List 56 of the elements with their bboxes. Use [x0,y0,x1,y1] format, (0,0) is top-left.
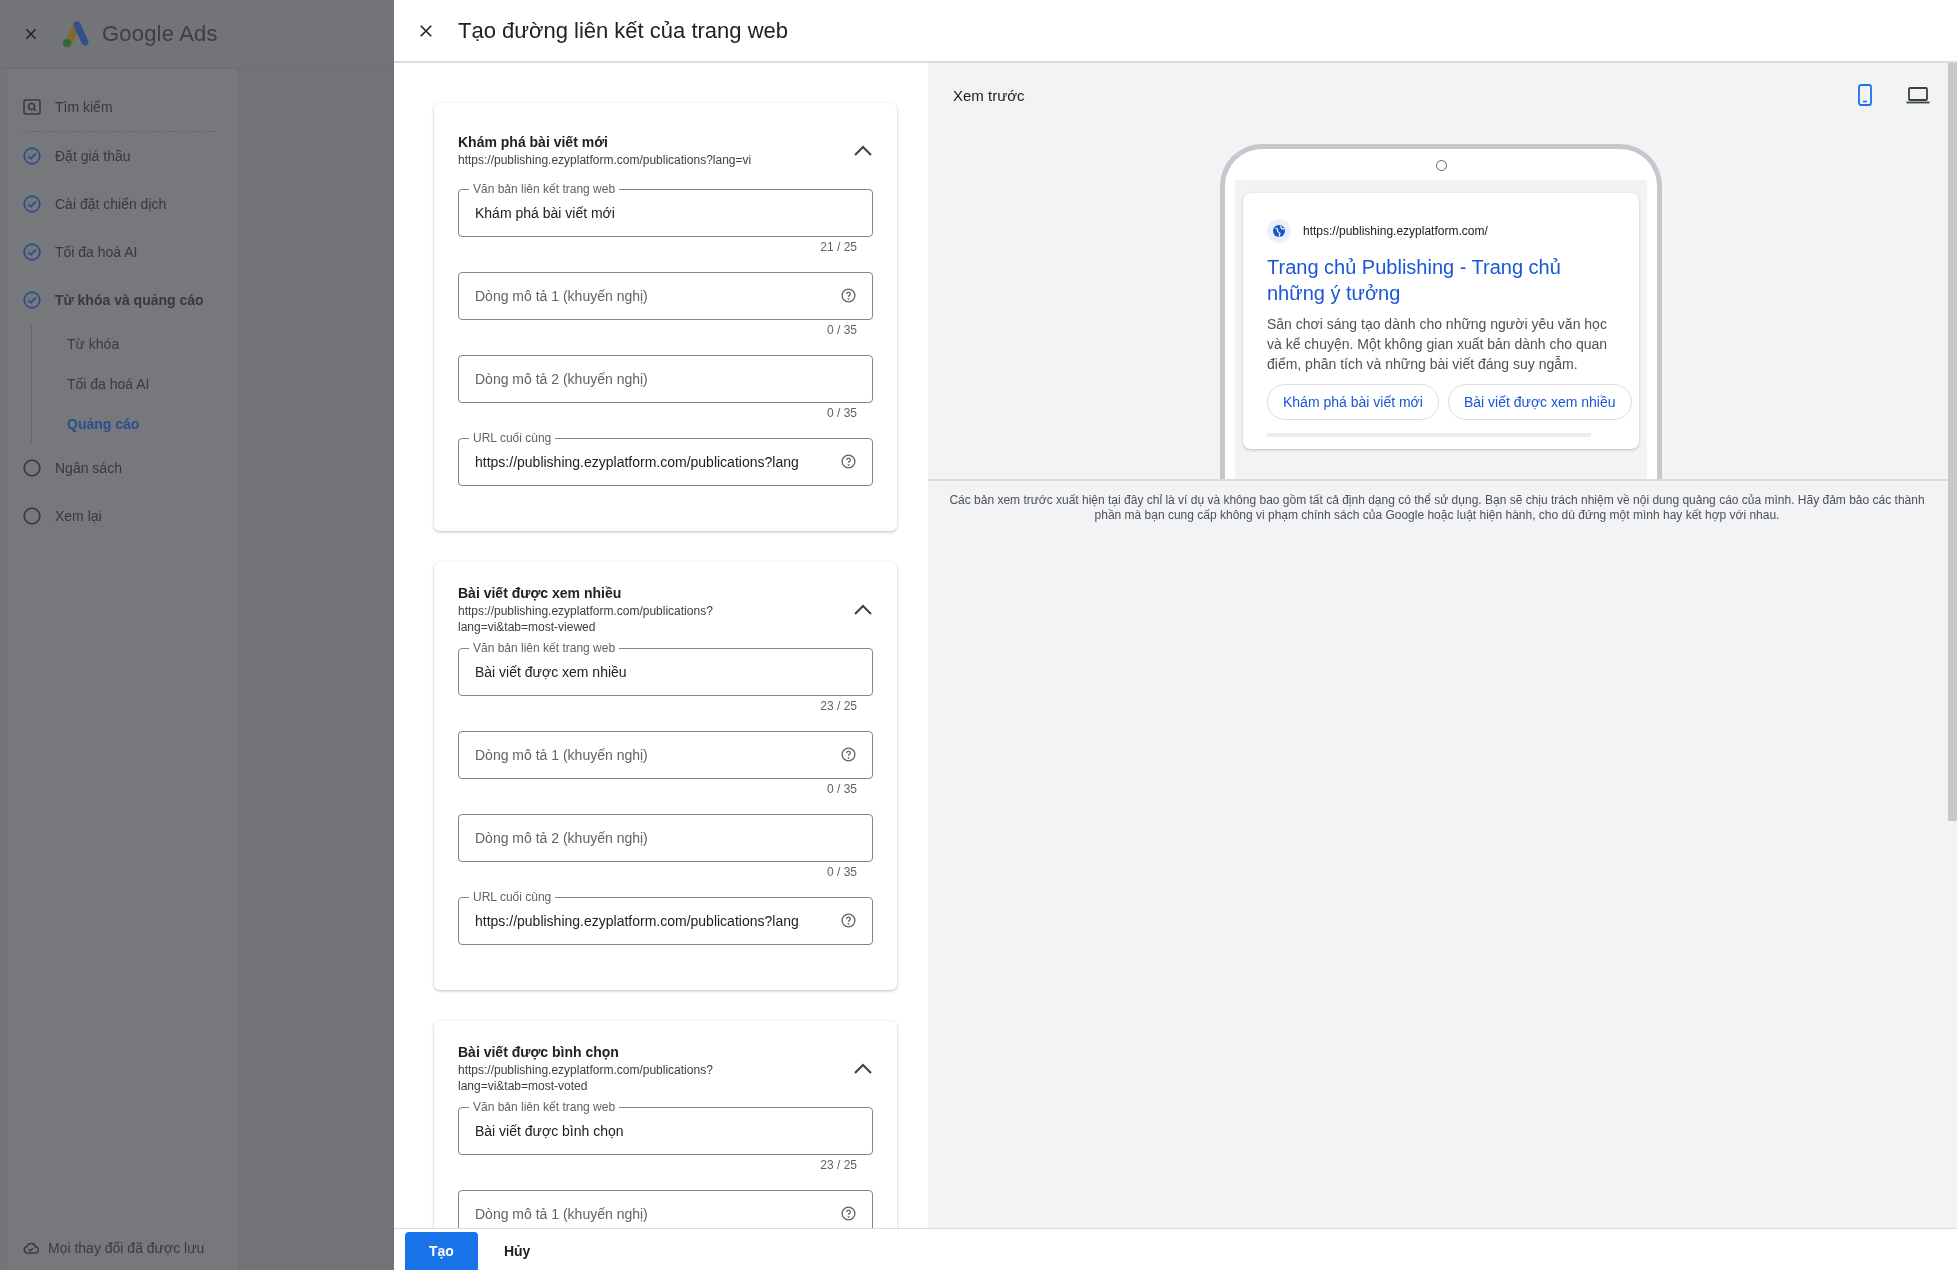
input-field[interactable]: Dòng mô tả 1 (khuyến nghị) [458,1190,873,1228]
chevron-icon[interactable] [853,1063,873,1075]
sitelink-url: https://publishing.ezyplatform.com/publications?lang=vi&tab=most-voted [458,1062,714,1094]
character-counter: 0 / 35 [825,864,858,881]
sitelink-title: Khám phá bài viết mới [458,134,609,150]
google-ads-logo [60,20,90,48]
sitelink-url: https://publishing.ezyplatform.com/publications?lang=vi [458,152,752,168]
field-label: URL cuối cùng [469,431,556,445]
character-counter: 0 / 35 [825,781,858,798]
field-label: Văn bản liên kết trang web [469,641,620,655]
disclaimer-text: Các bản xem trước xuất hiện tại đây chỉ là ví dụ và không bao gồm tất cả định dạng có thể sử dụng. Bạn sẽ chịu trách nhiệm về nội dung quảng cáo của mình. Hãy đảm bảo các thành phần mà bạn cung cấp không vi phạm chính sách của Google hoặc luật hiện hành, cho dù đứng một mình hay kết hợp với nhau. [948,492,1926,523]
display-url: https://publishing.ezyplatform.com/ [1303,224,1488,238]
sidebar-subitem[interactable]: Từ khóa [32,324,238,364]
globe-icon [1267,219,1291,243]
chevron-icon[interactable] [853,145,873,157]
sidebar-subitem[interactable]: Tối đa hoá AI [32,364,238,404]
sidebar-item[interactable]: Tìm kiếm [8,83,238,131]
sidebar-item[interactable]: Tối đa hoá AI [8,228,238,276]
create-button[interactable]: Tạo [405,1232,478,1270]
character-counter: 23 / 25 [819,1157,858,1174]
sidebar-item[interactable]: Từ khóa và quảng cáo [8,276,238,324]
help-icon[interactable] [841,454,856,469]
input-field[interactable]: Dòng mô tả 2 (khuyến nghị) [458,355,873,403]
chevron-icon[interactable] [853,604,873,616]
character-counter: 23 / 25 [819,698,858,715]
input-field[interactable]: Dòng mô tả 2 (khuyến nghị) [458,814,873,862]
help-icon[interactable] [841,747,856,762]
sidebar-item[interactable]: Xem lại [8,492,238,540]
scrollbar[interactable] [1948,63,1957,821]
cancel-button[interactable]: Hủy [479,1232,555,1270]
phone-icon[interactable] [1858,84,1872,106]
preview-title: Xem trước [953,86,1025,104]
input-field[interactable]: Dòng mô tả 1 (khuyến nghị) [458,731,873,779]
laptop-icon[interactable] [1906,86,1930,104]
sidebar-item[interactable]: Đặt giá thầu [8,132,238,180]
input-field[interactable]: Dòng mô tả 1 (khuyến nghị) [458,272,873,320]
help-icon[interactable] [841,1206,856,1221]
character-counter: 0 / 35 [825,322,858,339]
sidebar-item[interactable]: Cài đặt chiến dịch [8,180,238,228]
field-label: URL cuối cùng [469,890,556,904]
field-label: Văn bản liên kết trang web [469,1100,620,1114]
character-counter: 0 / 35 [825,405,858,422]
search-icon [23,99,41,115]
ad-description: Sân chơi sáng tạo dành cho những người yêu văn học và kể chuyện. Một không gian xuất bản dành cho quan điểm, phân tích và những bài viết đáng suy ngẫm. [1267,315,1609,374]
character-counter: 21 / 25 [819,239,858,256]
save-status: Mọi thay đổi đã được lưu [48,1240,205,1256]
help-icon[interactable] [841,288,856,303]
dialog-title: Tạo đường liên kết của trang web [458,17,788,44]
sitelink-title: Bài viết được xem nhiều [458,585,623,601]
sitelink-title: Bài viết được bình chọn [458,1044,620,1060]
field-label: Văn bản liên kết trang web [469,182,620,196]
sidebar-item[interactable]: Ngân sách [8,444,238,492]
sitelink-url: https://publishing.ezyplatform.com/publications?lang=vi&tab=most-viewed [458,603,714,635]
help-icon[interactable] [841,913,856,928]
cloud-icon [23,1242,39,1254]
ad-headline[interactable]: Trang chủ Publishing - Trang chủ những ý tưởng [1267,254,1615,306]
